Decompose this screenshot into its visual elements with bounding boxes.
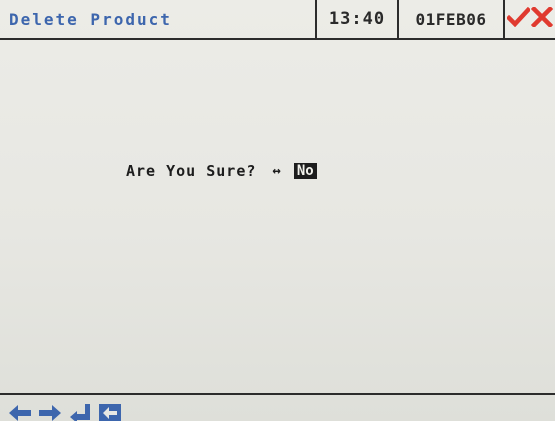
answer-selector[interactable]: No (293, 163, 317, 179)
page-title: Delete Product (9, 9, 172, 29)
footer-bar (0, 393, 555, 421)
lcd-screen: Delete Product 13:40 01FEB06 Are You Sur… (0, 0, 555, 421)
left-right-arrow-icon: ↔ (272, 163, 282, 179)
clock-date: 01FEB06 (397, 0, 505, 38)
backspace-icon[interactable] (98, 403, 122, 421)
confirm-dialog: Are You Sure? ↔ No (126, 162, 317, 180)
x-icon[interactable] (530, 5, 554, 31)
clock-time: 13:40 (315, 0, 397, 38)
arrow-left-icon[interactable] (8, 403, 32, 421)
enter-icon[interactable] (68, 403, 92, 421)
header-bar: Delete Product 13:40 01FEB06 (0, 0, 555, 40)
check-icon[interactable] (505, 6, 532, 31)
confirm-prompt: Are You Sure? (126, 162, 257, 180)
header-actions (505, 0, 555, 38)
arrow-right-icon[interactable] (38, 403, 62, 421)
